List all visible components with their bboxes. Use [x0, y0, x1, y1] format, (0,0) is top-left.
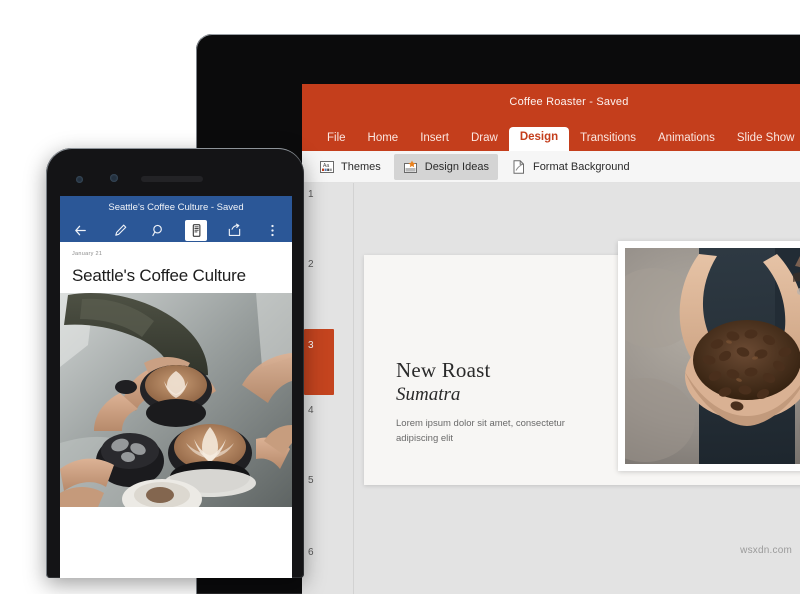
- powerpoint-window: Coffee Roaster - Saved File Home Insert …: [302, 84, 800, 594]
- coffee-beans-photo: [625, 248, 800, 464]
- phone-document-header: January 21 Seattle's Coffee Culture: [60, 242, 292, 293]
- themes-label: Themes: [341, 160, 381, 173]
- titlebar: Coffee Roaster - Saved: [302, 84, 800, 124]
- tab-file[interactable]: File: [316, 128, 357, 152]
- format-background-icon: [511, 159, 527, 175]
- mobile-view-icon[interactable]: [185, 219, 207, 241]
- themes-icon: Aa: [319, 159, 335, 175]
- format-background-button[interactable]: Format Background: [502, 154, 639, 180]
- front-camera-icon: [76, 176, 83, 183]
- latte-art-photo: [60, 293, 292, 507]
- sensor-icon: [110, 174, 118, 182]
- design-ideas-label: Design Ideas: [424, 160, 489, 173]
- more-options-icon[interactable]: [261, 220, 283, 241]
- app-title: Coffee Roaster - Saved: [509, 96, 629, 108]
- phone-app-title: Seattle's Coffee Culture - Saved: [108, 202, 244, 213]
- document-date: January 21: [72, 251, 103, 257]
- phone-screen: Seattle's Coffee Culture - Saved January…: [60, 196, 292, 578]
- phone-device: Seattle's Coffee Culture - Saved January…: [46, 148, 304, 578]
- slide-text-block: New Roast Sumatra Lorem ipsum dolor sit …: [396, 358, 576, 446]
- slide-thumbnail-selected-chip[interactable]: [304, 329, 334, 395]
- screenshot-stage: Coffee Roaster - Saved File Home Insert …: [0, 0, 800, 594]
- current-slide[interactable]: New Roast Sumatra Lorem ipsum dolor sit …: [364, 241, 800, 485]
- slide-number-2[interactable]: 2: [308, 259, 314, 270]
- site-watermark: wsxdn.com: [740, 545, 792, 556]
- phone-toolbar: [60, 218, 292, 242]
- slide-thumbnail-rail[interactable]: 1 2 3 4 5 6: [302, 183, 354, 594]
- ribbon-commandbar: Aa Themes Design Ideas Format Background: [302, 151, 800, 183]
- svg-text:Aa: Aa: [323, 163, 329, 169]
- tab-insert[interactable]: Insert: [409, 128, 460, 152]
- document-title: Seattle's Coffee Culture: [72, 266, 246, 285]
- slide-heading: New Roast: [396, 358, 491, 382]
- slide-number-5[interactable]: 5: [308, 475, 314, 486]
- slide-canvas-area: New Roast Sumatra Lorem ipsum dolor sit …: [354, 183, 800, 594]
- format-background-label: Format Background: [532, 160, 630, 173]
- tab-design[interactable]: Design: [508, 126, 570, 151]
- editor-workspace: 1 2 3 4 5 6 New Roast Sumatra Lorem ipsu…: [302, 183, 800, 594]
- tab-animations[interactable]: Animations: [647, 128, 726, 152]
- back-arrow-icon[interactable]: [69, 220, 91, 241]
- ribbon-tabstrip: File Home Insert Draw Design Transitions…: [302, 124, 800, 151]
- pen-icon[interactable]: [109, 220, 131, 241]
- design-ideas-button[interactable]: Design Ideas: [393, 153, 498, 180]
- phone-appbar: Seattle's Coffee Culture - Saved: [60, 196, 292, 242]
- themes-button[interactable]: Aa Themes: [310, 154, 390, 180]
- tab-slide-show[interactable]: Slide Show: [726, 128, 800, 152]
- slide-body-text: Lorem ipsum dolor sit amet, consectetur …: [396, 418, 565, 444]
- share-icon[interactable]: [223, 220, 245, 241]
- slide-subheading: Sumatra: [396, 383, 461, 405]
- search-icon[interactable]: [147, 220, 169, 241]
- slide-photo-frame[interactable]: [618, 241, 800, 471]
- slide-number-3[interactable]: 3: [308, 340, 314, 351]
- slide-number-1[interactable]: 1: [308, 189, 314, 200]
- tab-draw[interactable]: Draw: [460, 128, 509, 152]
- tab-home[interactable]: Home: [357, 128, 410, 152]
- design-ideas-icon: [403, 159, 419, 175]
- slide-number-4[interactable]: 4: [308, 405, 314, 416]
- earpiece-speaker: [141, 176, 203, 182]
- slide-number-6[interactable]: 6: [308, 547, 314, 558]
- tab-transitions[interactable]: Transitions: [569, 128, 647, 152]
